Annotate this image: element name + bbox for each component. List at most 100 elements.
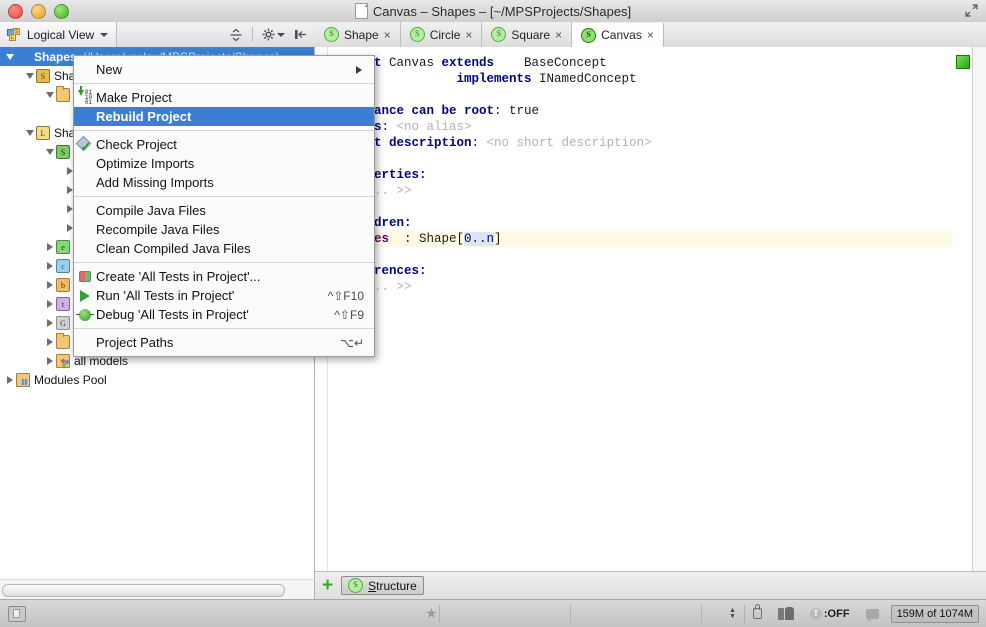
scrollbar-thumb[interactable] [2,584,285,597]
editor-tab-shape[interactable]: S Shape × [315,22,401,47]
logical-view-icon: SL [7,28,21,42]
toggle-toolwindow-icon[interactable] [8,606,26,622]
view-selector[interactable]: SL Logical View [0,22,117,47]
inspection-ok-marker[interactable] [956,55,970,69]
code-line[interactable]: << ... >> [329,279,952,295]
test-config-icon [74,271,96,282]
code-line[interactable]: implements INamedConcept [329,71,952,87]
menu-item-compile-java-files[interactable]: Compile Java Files [74,201,374,220]
editor-code[interactable]: concept Canvas extends BaseConcept imple… [329,55,952,295]
status-bar: ★ ▲▼ T :OFF 159M of 1074M [0,599,986,627]
event-log-icon[interactable] [858,600,887,627]
project-icon [16,50,30,64]
editor-marker-bar[interactable] [972,47,986,579]
tree-row[interactable]: Modules Pool [0,370,314,389]
chevron-down-icon[interactable] [24,70,35,81]
code-line[interactable]: shapes : Shape[0..n] [329,231,952,247]
chevron-down-icon[interactable] [24,127,35,138]
code-line[interactable] [329,87,952,103]
chevron-down-icon[interactable] [44,89,55,100]
menu-item-make-project[interactable]: 011001Make Project [74,88,374,107]
collapse-all-icon[interactable] [229,28,243,42]
chevron-right-icon[interactable] [44,279,55,290]
code-line[interactable]: << ... >> [329,183,952,199]
menu-item-create-all-tests-in-project[interactable]: Create 'All Tests in Project'... [74,267,374,286]
chevron-right-icon[interactable] [44,260,55,271]
code-line[interactable]: instance can be root: true [329,103,952,119]
folder-icon [56,335,70,349]
editor-tab-label: Shape [344,28,379,42]
chevron-right-icon[interactable] [44,355,55,366]
g-icon: G [56,316,70,330]
menu-item-project-paths[interactable]: Project Paths⌥↵ [74,333,374,352]
code-token: ] [494,232,502,246]
c-icon: c [56,259,70,273]
structure-node-icon: S [491,27,506,42]
menu-item-rebuild-project[interactable]: Rebuild Project [74,107,374,126]
updown-icon[interactable]: ▲▼ [702,600,744,627]
plug-icon[interactable] [770,600,802,627]
chevron-down-icon[interactable] [44,146,55,157]
menu-item-label: Make Project [96,90,364,105]
code-line[interactable]: children: [329,215,952,231]
chevron-right-icon[interactable] [44,317,55,328]
menu-separator [74,196,374,197]
structure-node-icon: S [324,27,339,42]
close-icon[interactable]: × [647,29,654,41]
menu-item-clean-compiled-java-files[interactable]: Clean Compiled Java Files [74,239,374,258]
expand-icon[interactable] [965,4,978,17]
menu-item-add-missing-imports[interactable]: Add Missing Imports [74,173,374,192]
tree-row-label: Modules Pool [34,373,113,387]
concept-editor[interactable]: concept Canvas extends BaseConcept imple… [315,47,986,579]
editor-tab-square[interactable]: S Square × [482,22,572,47]
background-tasks-icon[interactable]: ★ [424,606,439,621]
project-context-menu[interactable]: New 011001Make ProjectRebuild Project ✓Che… [73,55,375,357]
menu-item-shortcut: ^⇧F10 [310,289,364,303]
close-icon[interactable]: × [555,29,562,41]
chevron-right-icon[interactable] [4,374,15,385]
hide-panel-icon[interactable] [294,28,307,41]
menu-item-new[interactable]: New [74,60,374,79]
code-line[interactable] [329,247,952,263]
menu-item-label: Recompile Java Files [96,222,364,237]
chevron-right-icon[interactable] [44,336,55,347]
code-line[interactable]: alias: <no alias> [329,119,952,135]
code-line[interactable]: concept Canvas extends BaseConcept [329,55,952,71]
close-icon[interactable]: × [384,29,391,41]
menu-item-optimize-imports[interactable]: Optimize Imports [74,154,374,173]
code-line[interactable] [329,199,952,215]
chevron-right-icon[interactable] [44,298,55,309]
menu-item-label: Compile Java Files [96,203,364,218]
menu-item-debug-all-tests-in-project[interactable]: Debug 'All Tests in Project'^⇧F9 [74,305,374,324]
editor-tab-circle[interactable]: S Circle × [401,22,483,47]
close-button[interactable] [8,4,23,19]
chevron-down-icon[interactable] [4,51,15,62]
code-line[interactable]: properties: [329,167,952,183]
minimize-button[interactable] [31,4,46,19]
tab-structure[interactable]: S Structure [341,576,424,595]
memory-indicator[interactable]: 159M of 1074M [891,605,979,623]
code-line[interactable] [329,151,952,167]
menu-item-check-project[interactable]: ✓Check Project [74,135,374,154]
folder-m-icon [56,354,70,368]
folder-icon [56,88,70,102]
code-line[interactable]: short description: <no short description… [329,135,952,151]
code-line[interactable]: references: [329,263,952,279]
gear-icon[interactable] [262,28,285,41]
e-icon: e [56,240,70,254]
chevron-right-icon[interactable] [44,241,55,252]
menu-item-recompile-java-files[interactable]: Recompile Java Files [74,220,374,239]
zoom-button[interactable] [54,4,69,19]
menu-item-run-all-tests-in-project[interactable]: Run 'All Tests in Project'^⇧F10 [74,286,374,305]
lock-icon[interactable] [745,600,770,627]
tree-horizontal-scrollbar[interactable] [0,579,315,600]
menu-item-label: Add Missing Imports [96,175,364,190]
close-icon[interactable]: × [465,29,472,41]
power-save-toggle[interactable]: T :OFF [802,600,858,627]
bottom-tool-bar: + S Structure [315,571,986,599]
tab-structure-label: Structure [368,579,417,593]
menu-separator [74,328,374,329]
editor-tab-canvas[interactable]: S Canvas × [572,23,664,48]
add-tab-button[interactable]: + [322,576,333,595]
window-controls[interactable] [8,4,69,19]
